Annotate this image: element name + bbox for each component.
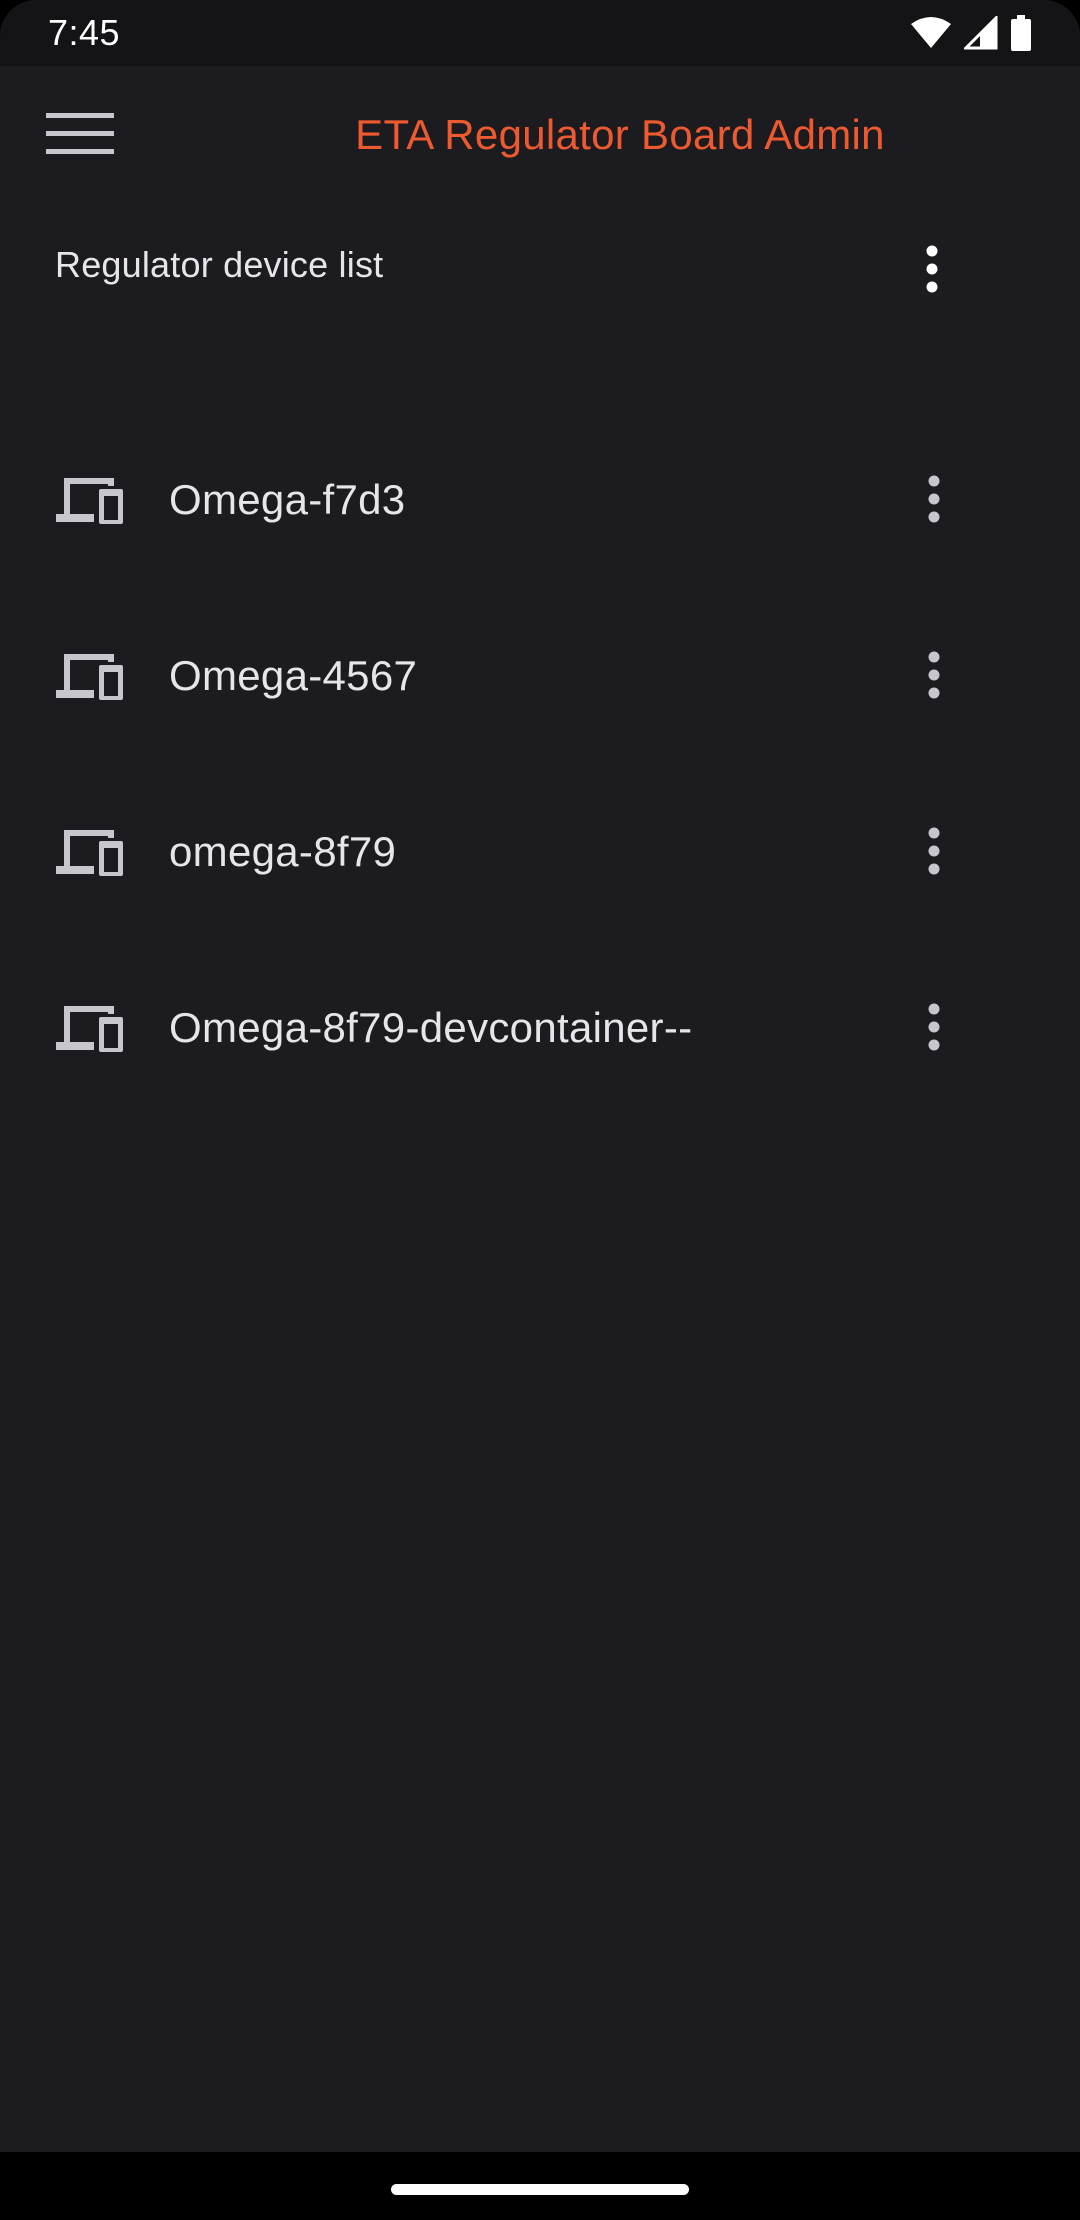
status-icons [910, 13, 1032, 53]
menu-button[interactable] [30, 98, 130, 172]
more-vert-icon [927, 475, 941, 528]
hamburger-menu-icon [46, 109, 114, 162]
cellular-signal-icon [964, 16, 998, 50]
device-label: Omega-8f79-devcontainer-- [169, 1004, 693, 1051]
more-vert-icon [927, 1003, 941, 1056]
device-list-item[interactable]: Omega-f7d3 [0, 416, 1080, 592]
section-header: Regulator device list [0, 204, 1080, 328]
devices-icon [56, 642, 124, 710]
device-label: Omega-4567 [169, 652, 418, 699]
app-bar: ETA Regulator Board Admin [0, 66, 1080, 204]
device-more-button[interactable] [899, 994, 969, 1064]
section-more-button[interactable] [897, 236, 967, 306]
more-vert-icon [925, 245, 939, 298]
device-list-item[interactable]: Omega-8f79-devcontainer-- [0, 944, 1080, 1120]
more-vert-icon [927, 827, 941, 880]
more-vert-icon [927, 651, 941, 704]
app-screen: 7:45 ETA Regulator Board Admin Regulator… [0, 0, 1080, 2220]
device-list: Omega-f7d3 Omega-4567 omega-8f79 Omega-8… [0, 416, 1080, 1120]
navigation-bar [0, 2152, 1080, 2220]
device-label: Omega-f7d3 [169, 476, 406, 523]
device-list-item[interactable]: omega-8f79 [0, 768, 1080, 944]
device-label: omega-8f79 [169, 828, 397, 875]
devices-icon [56, 994, 124, 1062]
device-more-button[interactable] [899, 466, 969, 536]
devices-icon [56, 818, 124, 886]
app-title: ETA Regulator Board Admin [355, 111, 885, 158]
home-indicator[interactable] [391, 2184, 689, 2195]
status-time: 7:45 [48, 12, 121, 53]
device-list-item[interactable]: Omega-4567 [0, 592, 1080, 768]
device-more-button[interactable] [899, 642, 969, 712]
status-bar: 7:45 [0, 0, 1080, 66]
wifi-icon [910, 16, 952, 50]
section-title: Regulator device list [55, 244, 384, 285]
device-more-button[interactable] [899, 818, 969, 888]
devices-icon [56, 466, 124, 534]
battery-icon [1010, 15, 1032, 51]
